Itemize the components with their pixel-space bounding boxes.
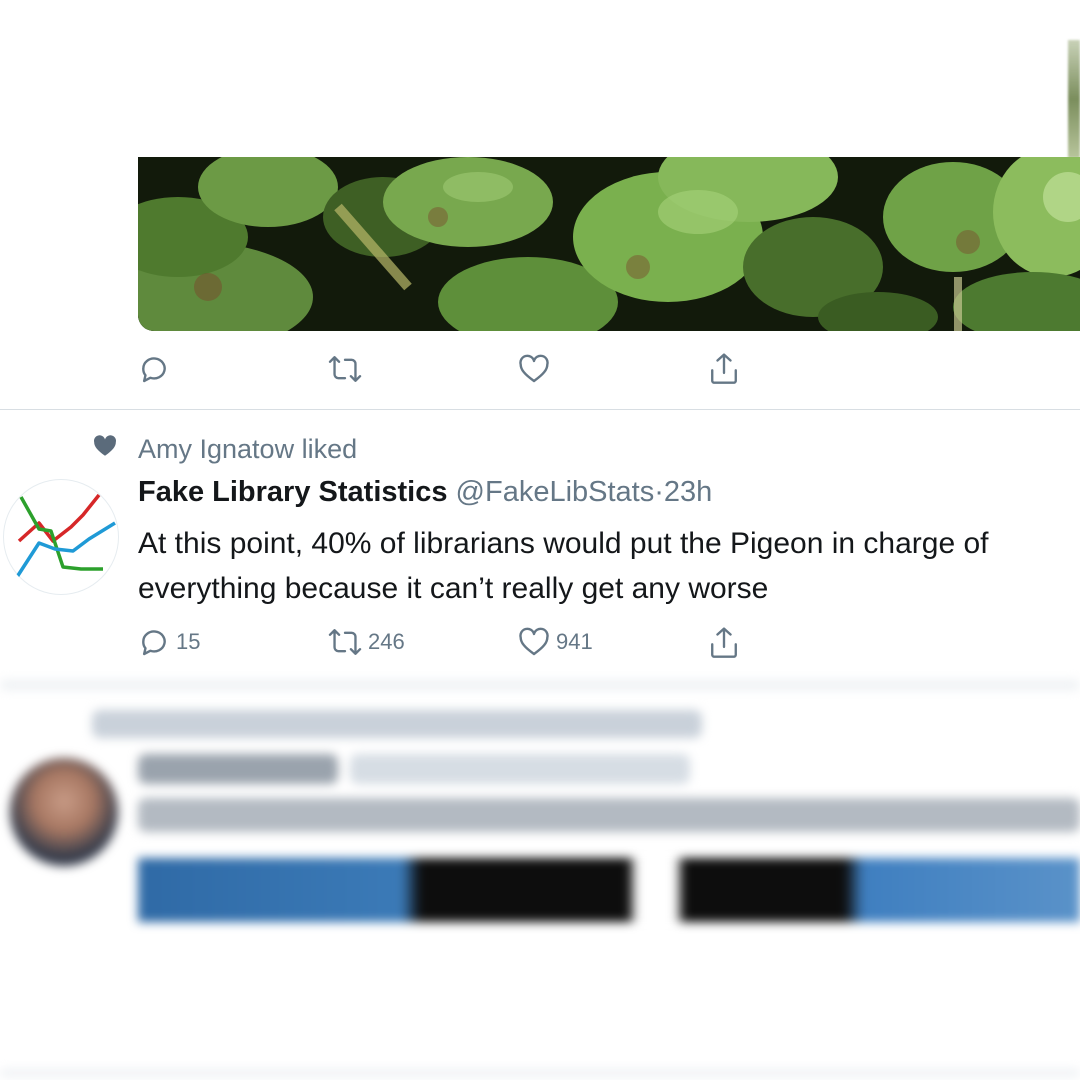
blurred-next-tweet [0,680,1080,1080]
retweet-button[interactable]: 246 [328,626,405,658]
adjacent-media-edge [1068,40,1080,158]
like-count: 941 [556,629,593,654]
reply-icon [138,353,170,385]
reply-button[interactable] [138,353,170,385]
timestamp[interactable]: 23h [664,476,712,508]
heart-outline-icon [518,354,550,384]
display-name[interactable]: Fake Library Statistics [138,476,447,508]
like-button[interactable] [518,354,550,384]
retweet-icon [328,353,362,385]
share-icon [708,626,740,660]
share-button[interactable] [708,626,740,660]
tweet-text: At this point, 40% of librarians would p… [138,527,989,605]
heart-outline-icon [518,627,550,657]
blurred-social-context [92,710,702,738]
blurred-avatar [10,758,118,866]
heart-icon [92,434,118,465]
handle[interactable]: @FakeLibStats [456,476,655,508]
reply-icon [138,626,170,658]
blurred-media-image [138,858,1080,922]
like-button[interactable]: 941 [518,627,593,657]
share-icon [708,352,740,386]
tweet-header: Fake Library Statistics @FakeLibStats·23… [138,476,712,509]
meta-separator: · [654,476,664,508]
share-button[interactable] [708,352,740,386]
retweet-icon [328,626,362,658]
reply-count: 15 [176,629,201,654]
avatar[interactable] [3,479,119,595]
social-context[interactable]: Amy Ignatow liked [92,434,357,465]
blurred-divider [0,680,1080,690]
reply-button[interactable]: 15 [138,626,200,658]
social-context-label: Amy Ignatow liked [138,434,358,464]
blurred-text [138,798,1080,832]
retweet-button[interactable] [328,353,362,385]
tweet-media-image[interactable] [138,157,1080,331]
blurred-handle [350,754,690,784]
retweet-count: 246 [368,629,405,654]
blurred-bottom-line [0,1070,1080,1076]
tweet-divider [0,409,1080,410]
blurred-name [138,754,338,784]
